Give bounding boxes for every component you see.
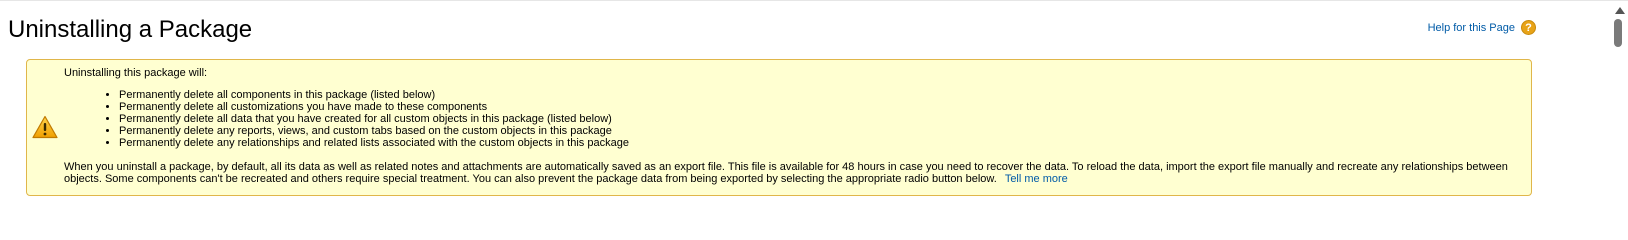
list-item: Permanently delete all components in thi… [119,89,1511,101]
page: Uninstalling a Package Help for this Pag… [0,0,1628,215]
list-item: Permanently delete all customizations yo… [119,101,1511,113]
tell-me-more-link[interactable]: Tell me more [1005,173,1068,185]
warning-triangle-icon [32,115,58,139]
help-icon[interactable]: ? [1521,20,1536,35]
warning-intro: Uninstalling this package will: [64,67,208,79]
list-item: Permanently delete any reports, views, a… [119,125,1511,137]
help-area: Help for this Page ? [1428,20,1536,35]
help-for-this-page-link[interactable]: Help for this Page [1428,22,1515,34]
list-item: Permanently delete all data that you hav… [119,113,1511,125]
uninstall-warning-box: Uninstalling this package will: Permanen… [26,59,1532,196]
scroll-thumb[interactable] [1614,19,1622,47]
page-title: Uninstalling a Package [8,16,253,43]
list-item: Permanently delete any relationships and… [119,137,1511,149]
vertical-scrollbar[interactable] [1612,1,1628,216]
export-description: When you uninstall a package, by default… [64,161,1511,185]
consequence-list: Permanently delete all components in thi… [64,89,1511,149]
export-description-text: When you uninstall a package, by default… [64,161,1508,185]
warning-content: Uninstalling this package will: Permanen… [64,67,1511,185]
scroll-up-arrow-icon[interactable] [1615,7,1625,14]
